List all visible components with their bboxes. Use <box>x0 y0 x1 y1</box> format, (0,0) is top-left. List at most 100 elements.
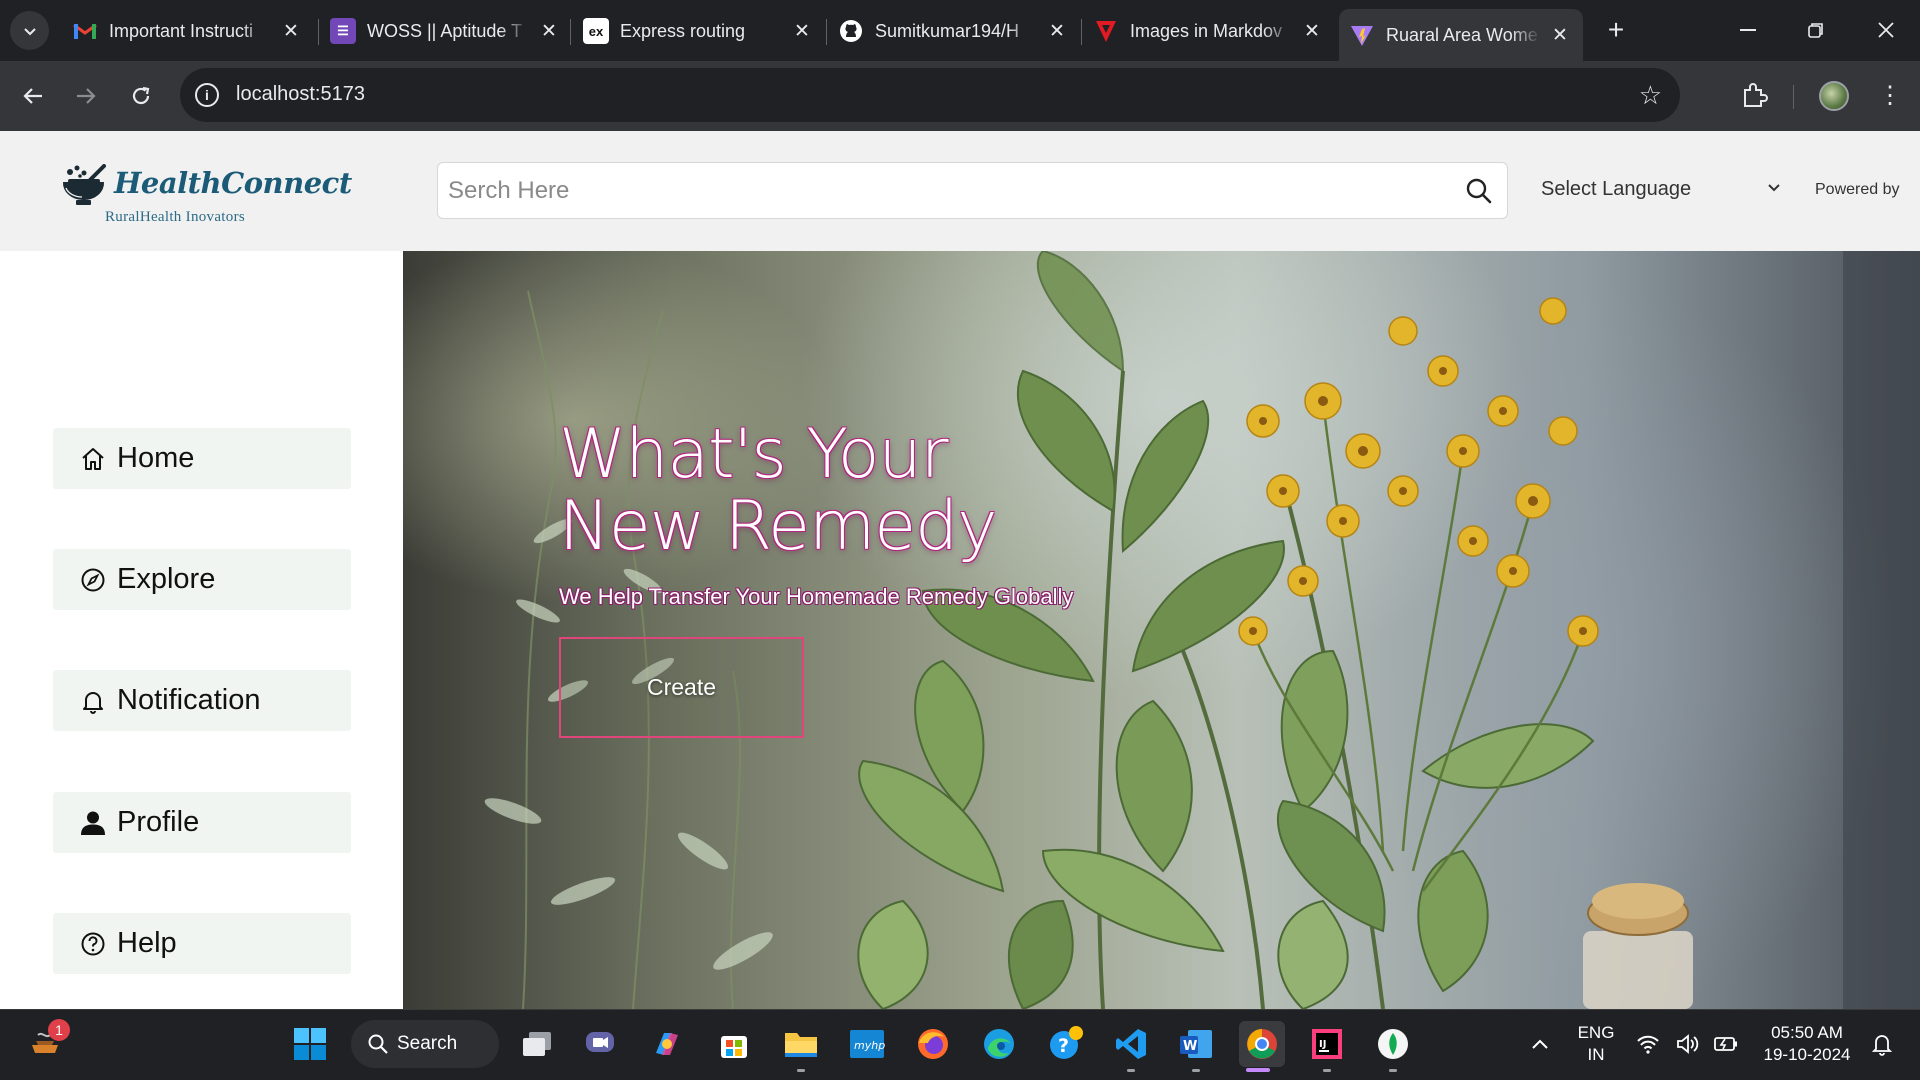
volume-icon[interactable] <box>1672 1023 1704 1065</box>
edge-icon[interactable] <box>978 1023 1020 1065</box>
hero-title-line: What's Your <box>559 415 949 494</box>
help-icon <box>79 930 107 958</box>
svg-text:IJ: IJ <box>1319 1039 1326 1050</box>
close-icon[interactable]: ✕ <box>1301 20 1323 42</box>
tab-title: Important Instructi <box>109 20 272 42</box>
compass-icon <box>79 566 107 594</box>
gmail-icon <box>72 18 98 44</box>
running-indicator <box>1192 1069 1200 1072</box>
input-language-indicator[interactable]: ENG IN <box>1574 1022 1618 1066</box>
firefox-icon[interactable] <box>912 1023 954 1065</box>
forward-button[interactable] <box>66 76 106 116</box>
close-window-button[interactable] <box>1860 8 1912 52</box>
myhp-icon[interactable]: myhp <box>846 1023 888 1065</box>
chevron-down-icon[interactable] <box>1766 180 1782 196</box>
running-indicator <box>797 1069 805 1072</box>
more-menu-icon[interactable]: ⋮ <box>1878 76 1902 116</box>
wifi-icon[interactable] <box>1632 1023 1664 1065</box>
bookmark-star-icon[interactable]: ☆ <box>1639 80 1662 111</box>
tab-divider <box>318 19 319 45</box>
profile-avatar[interactable] <box>1819 81 1849 111</box>
microsoft-store-icon[interactable] <box>713 1023 755 1065</box>
sidebar-item-label: Notification <box>117 684 261 716</box>
sidebar-item-explore[interactable]: Explore <box>53 549 351 610</box>
tab-gmail[interactable]: Important Instructi ✕ <box>62 9 314 53</box>
hero-banner: What's Your New Remedy We Help Transfer … <box>403 251 1920 1009</box>
create-button-label: Create <box>646 674 717 700</box>
start-button[interactable] <box>289 1023 331 1065</box>
search-input[interactable]: Serch Here <box>448 177 569 205</box>
word-icon[interactable]: W <box>1175 1023 1217 1065</box>
file-explorer-icon[interactable] <box>780 1023 822 1065</box>
battery-charging-icon[interactable] <box>1710 1023 1742 1065</box>
taskbar-search-button[interactable]: Search <box>351 1020 499 1068</box>
tab-divider <box>570 19 571 45</box>
new-tab-button[interactable]: + <box>1600 14 1632 46</box>
tab-express[interactable]: ex Express routing ✕ <box>573 9 825 53</box>
close-icon[interactable]: ✕ <box>1046 20 1068 42</box>
site-logo[interactable]: HealthConnect RuralHealth Inovators <box>60 161 352 231</box>
hero-subtitle: We Help Transfer Your Homemade Remedy Gl… <box>559 584 1074 609</box>
chrome-icon[interactable] <box>1239 1021 1285 1067</box>
task-view-icon[interactable] <box>516 1023 558 1065</box>
close-icon[interactable]: ✕ <box>791 20 813 42</box>
taskbar-search-label: Search <box>397 1033 458 1054</box>
tab-github[interactable]: Sumitkumar194/H ✕ <box>828 9 1080 53</box>
tab-divider <box>1081 19 1082 45</box>
tab-title: Ruaral Area Wome <box>1386 24 1541 46</box>
sidebar-item-profile[interactable]: Profile <box>53 792 351 853</box>
browser-tab-strip: Important Instructi ✕ ☰ WOSS || Aptitude… <box>0 0 1920 61</box>
forms-icon: ☰ <box>330 18 356 44</box>
vscode-icon[interactable] <box>1110 1023 1152 1065</box>
copilot-icon[interactable] <box>646 1023 688 1065</box>
sidebar-item-help[interactable]: Help <box>53 913 351 974</box>
close-icon[interactable]: ✕ <box>1549 24 1571 46</box>
extensions-icon[interactable] <box>1740 81 1768 109</box>
sidebar-item-label: Profile <box>117 806 200 838</box>
restore-icon <box>1808 23 1823 38</box>
browser-toolbar: i localhost:5173 ☆ ⋮ <box>0 61 1920 131</box>
clock-date: 19-10-2024 <box>1763 1045 1851 1064</box>
search-box[interactable]: Serch Here <box>437 162 1508 219</box>
tab-markdown[interactable]: Images in Markdov ✕ <box>1083 9 1335 53</box>
active-app-indicator <box>1246 1068 1270 1072</box>
sidebar-item-notification[interactable]: Notification <box>53 670 351 731</box>
intellij-icon[interactable]: IJ <box>1306 1023 1348 1065</box>
create-button[interactable]: Create <box>559 637 804 738</box>
tab-search-button[interactable] <box>10 11 49 50</box>
markdown-icon <box>1093 18 1119 44</box>
brand-name: HealthConnect <box>114 166 352 200</box>
sidebar-item-label: Home <box>117 442 195 474</box>
running-indicator <box>1389 1069 1397 1072</box>
reload-button[interactable] <box>121 76 161 116</box>
minimize-button[interactable] <box>1722 8 1774 52</box>
close-icon[interactable]: ✕ <box>538 20 560 42</box>
tab-active-page[interactable]: Ruaral Area Wome ✕ <box>1339 9 1583 61</box>
notification-bell-icon[interactable] <box>1866 1023 1898 1065</box>
site-header: HealthConnect RuralHealth Inovators Serc… <box>0 131 1920 251</box>
tab-title: WOSS || Aptitude T <box>367 20 530 42</box>
restore-button[interactable] <box>1790 8 1842 52</box>
arrow-right-icon <box>77 88 96 104</box>
close-icon[interactable]: ✕ <box>280 20 302 42</box>
sidebar-item-home[interactable]: Home <box>53 428 351 489</box>
svg-text:myhp: myhp <box>854 1039 885 1052</box>
region-code: IN <box>1587 1045 1605 1064</box>
get-help-icon[interactable]: ? <box>1044 1023 1086 1065</box>
site-info-icon[interactable]: i <box>195 83 219 107</box>
windows-taskbar: 1 Search myhp ? W IJ ENG IN 05:50 AM 19-… <box>0 1009 1920 1080</box>
svg-text:?: ? <box>1058 1035 1069 1057</box>
teams-chat-icon[interactable] <box>580 1023 622 1065</box>
running-indicator <box>1127 1069 1135 1072</box>
back-button[interactable] <box>13 76 53 116</box>
language-select[interactable]: Select Language <box>1541 178 1691 201</box>
search-icon[interactable] <box>1465 177 1493 205</box>
show-hidden-icons-chevron-up-icon[interactable] <box>1519 1023 1561 1065</box>
hero-title-line: New Remedy <box>559 487 997 566</box>
tab-forms[interactable]: ☰ WOSS || Aptitude T ✕ <box>320 9 572 53</box>
mortar-pestle-icon <box>62 164 106 205</box>
address-bar[interactable]: i localhost:5173 ☆ <box>180 68 1680 122</box>
clock[interactable]: 05:50 AM 19-10-2024 <box>1753 1022 1861 1066</box>
url-text: localhost:5173 <box>236 83 365 105</box>
mongodb-compass-icon[interactable] <box>1372 1023 1414 1065</box>
